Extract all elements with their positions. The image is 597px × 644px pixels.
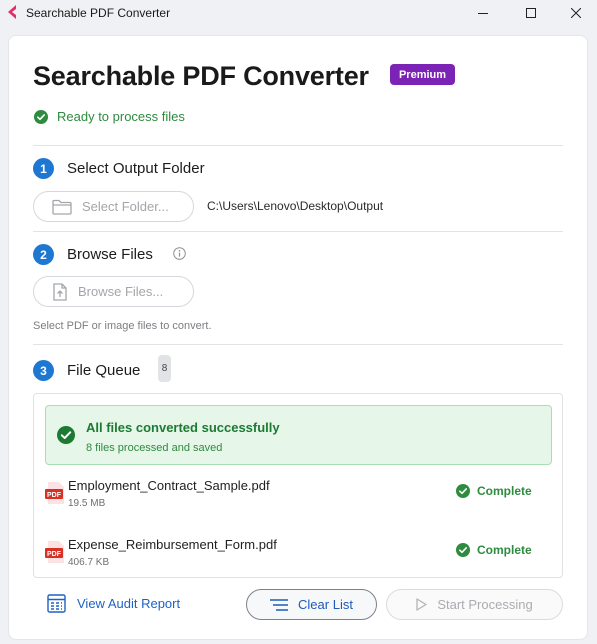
pdf-file-icon: PDF — [45, 482, 64, 504]
file-status: Complete — [456, 484, 532, 498]
step-1-badge: 1 — [33, 158, 54, 179]
clear-list-button[interactable]: Clear List — [246, 589, 377, 620]
maximize-button[interactable] — [508, 0, 554, 26]
svg-text:PDF: PDF — [47, 551, 62, 558]
success-banner: All files converted successfully 8 files… — [45, 405, 552, 465]
info-icon[interactable] — [173, 247, 186, 260]
divider — [33, 231, 563, 232]
select-folder-button[interactable]: Select Folder... — [33, 191, 194, 222]
maximize-icon — [526, 8, 536, 18]
svg-text:PDF: PDF — [47, 492, 62, 499]
output-path: C:\Users\Lenovo\Desktop\Output — [207, 199, 384, 213]
select-folder-label: Select Folder... — [82, 199, 169, 214]
file-queue[interactable]: All files converted successfully 8 files… — [33, 393, 563, 578]
start-processing-label: Start Processing — [437, 597, 533, 612]
file-row[interactable]: PDF Employment_Contract_Sample.pdf 19.5 … — [34, 476, 562, 532]
window-title: Searchable PDF Converter — [26, 6, 171, 20]
app-logo-icon — [8, 5, 16, 19]
check-circle-icon — [456, 543, 470, 557]
file-status-label: Complete — [477, 543, 532, 557]
browse-hint: Select PDF or image files to convert. — [33, 320, 212, 332]
file-status: Complete — [456, 543, 532, 557]
play-icon — [416, 598, 427, 611]
view-audit-report-button[interactable]: View Audit Report — [47, 594, 180, 613]
status-line: Ready to process files — [34, 109, 185, 124]
check-circle-icon — [57, 426, 75, 444]
file-name: Expense_Reimbursement_Form.pdf — [68, 537, 277, 552]
minimize-button[interactable] — [460, 0, 506, 26]
pdf-file-icon: PDF — [45, 541, 64, 563]
status-text: Ready to process files — [57, 109, 185, 124]
check-circle-icon — [34, 109, 48, 124]
start-processing-button[interactable]: Start Processing — [386, 589, 563, 620]
browse-files-button[interactable]: Browse Files... — [33, 276, 194, 307]
file-row[interactable]: PDF Expense_Reimbursement_Form.pdf 406.7… — [34, 535, 562, 577]
divider — [33, 344, 563, 345]
file-status-label: Complete — [477, 484, 532, 498]
file-size: 19.5 MB — [68, 498, 106, 509]
step-1-title: Select Output Folder — [67, 160, 205, 177]
browse-files-label: Browse Files... — [78, 284, 164, 299]
title-bar: Searchable PDF Converter — [0, 0, 597, 26]
close-button[interactable] — [553, 0, 597, 26]
clear-list-icon — [270, 598, 289, 611]
report-icon — [47, 594, 66, 613]
file-count-badge: 8 — [158, 355, 171, 382]
folder-icon — [52, 199, 72, 215]
step-3-badge: 3 — [33, 360, 54, 381]
success-title: All files converted successfully — [86, 420, 280, 435]
file-size: 406.7 KB — [68, 557, 110, 568]
divider — [33, 145, 563, 146]
page-title: Searchable PDF Converter — [33, 61, 369, 91]
view-audit-report-label: View Audit Report — [77, 596, 181, 611]
success-subtitle: 8 files processed and saved — [86, 442, 223, 454]
main-card: Searchable PDF Converter Premium Ready t… — [9, 36, 587, 639]
premium-badge: Premium — [390, 64, 455, 85]
step-2-badge: 2 — [33, 244, 54, 265]
close-icon — [571, 8, 581, 18]
step-2-title: Browse Files — [67, 246, 153, 263]
file-name: Employment_Contract_Sample.pdf — [68, 478, 270, 493]
step-3-title: File Queue — [67, 362, 141, 379]
upload-file-icon — [53, 282, 67, 301]
check-circle-icon — [456, 484, 470, 498]
clear-list-label: Clear List — [298, 597, 353, 612]
minimize-icon — [478, 13, 488, 14]
